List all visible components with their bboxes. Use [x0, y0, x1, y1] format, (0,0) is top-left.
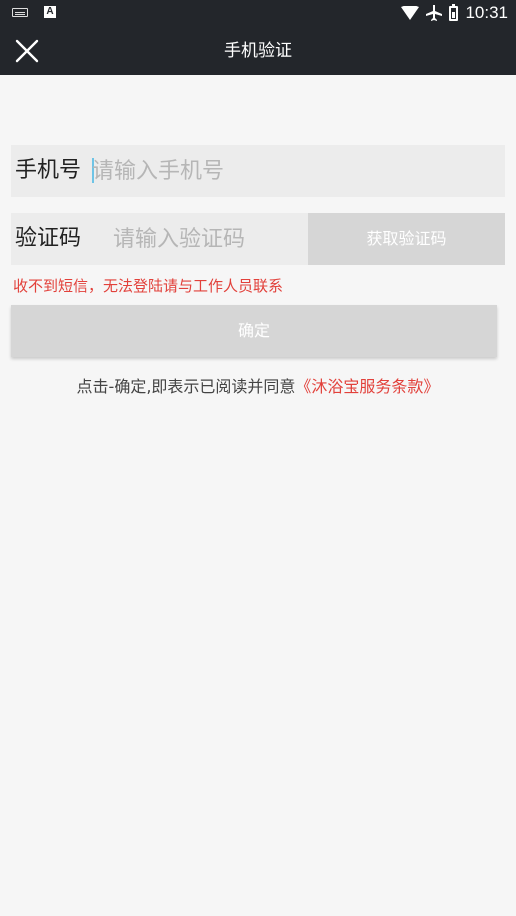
- code-input[interactable]: [113, 223, 303, 255]
- toolbar: 手机验证: [0, 27, 516, 75]
- terms-link[interactable]: 《沐浴宝服务条款》: [295, 377, 439, 396]
- code-label: 验证码: [15, 226, 82, 251]
- status-bar-left: A: [12, 6, 56, 18]
- get-code-button[interactable]: 获取验证码: [308, 213, 505, 265]
- page-title: 手机验证: [224, 41, 292, 61]
- agreement-prefix: 点击-确定,即表示已阅读并同意: [76, 377, 296, 396]
- confirm-button[interactable]: 确定: [11, 305, 497, 357]
- a-notification-icon: A: [44, 6, 56, 18]
- wifi-icon: [401, 6, 420, 20]
- status-bar: A 10:31: [0, 0, 516, 27]
- status-bar-right: 10:31: [401, 3, 508, 23]
- phone-label: 手机号: [15, 158, 82, 183]
- sms-warning-text: 收不到短信，无法登陆请与工作人员联系: [13, 277, 284, 295]
- phone-row: 手机号: [11, 145, 505, 197]
- battery-icon: [449, 3, 459, 21]
- status-time: 10:31: [465, 3, 508, 22]
- code-row: 验证码: [11, 213, 308, 265]
- keyboard-icon: [12, 7, 28, 17]
- agreement-text: 点击-确定,即表示已阅读并同意《沐浴宝服务条款》: [0, 376, 516, 398]
- airplane-icon: [426, 5, 443, 21]
- phone-input[interactable]: [92, 155, 492, 187]
